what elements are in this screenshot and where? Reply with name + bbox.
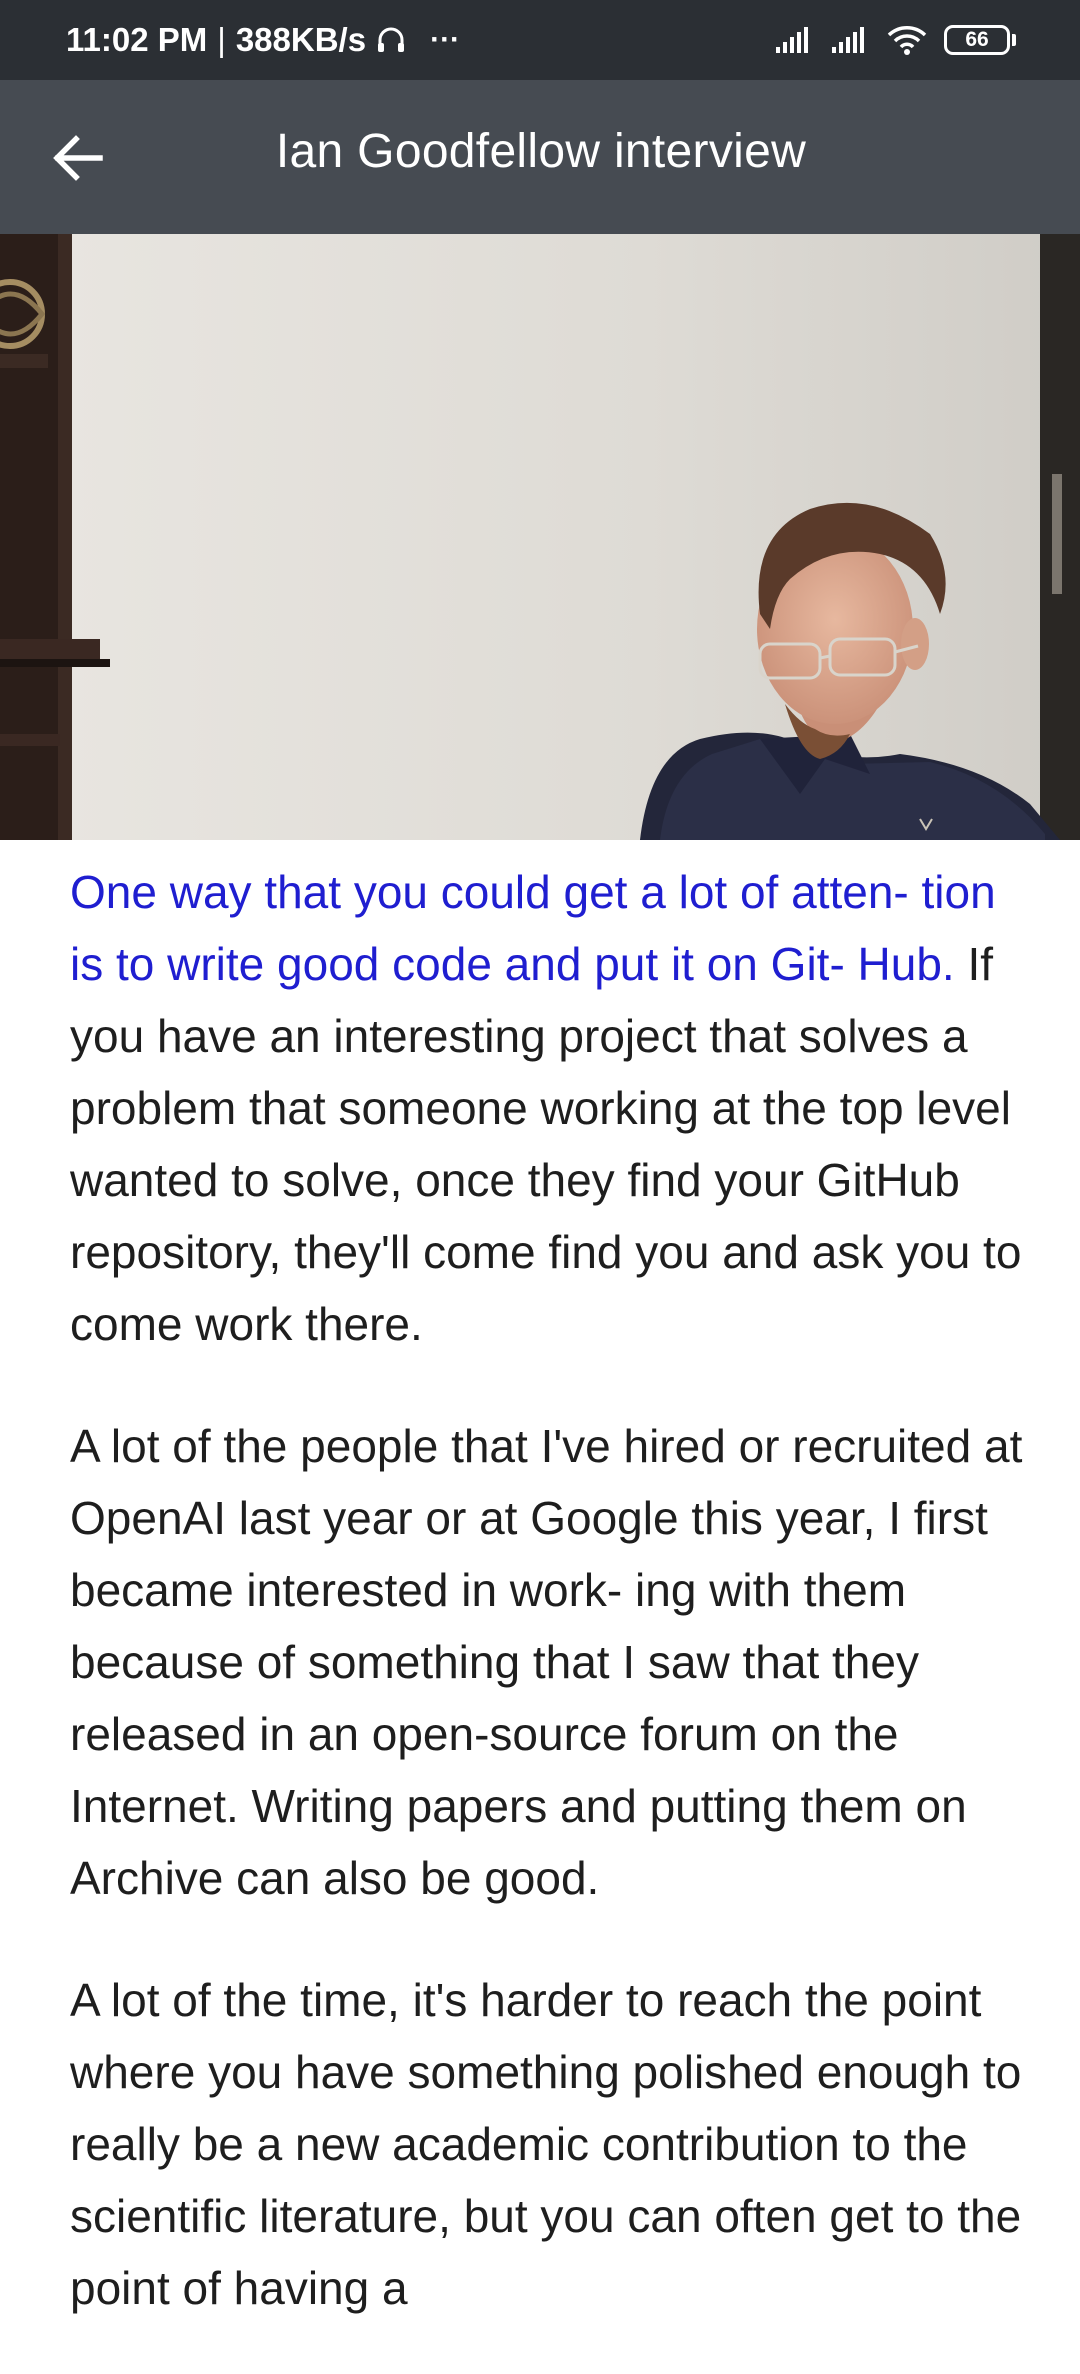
battery-level: 66 (944, 25, 1010, 55)
battery-icon: 66 (944, 25, 1016, 55)
wifi-icon (886, 24, 928, 56)
app-bar: Ian Goodfellow interview (0, 80, 1080, 234)
more-notifications-icon: ··· (430, 23, 461, 56)
signal-icon (774, 25, 814, 55)
status-bar: 11:02 PM | 388KB/s ··· 66 (0, 0, 1080, 80)
status-time: 11:02 PM (66, 21, 208, 58)
status-right: 66 (774, 24, 1016, 56)
article-paragraph: A lot of the people that I've hired or r… (70, 1420, 1023, 1904)
headphones-icon (376, 25, 406, 55)
paragraph-text: If you have an interesting project that … (70, 938, 1022, 1350)
status-left: 11:02 PM | 388KB/s ··· (66, 21, 460, 59)
article-body: One way that you could get a lot of atte… (70, 856, 1030, 2374)
article-paragraph: A lot of the time, it's harder to reach … (70, 1974, 1022, 2314)
status-separator: | (217, 21, 226, 58)
network-speed: 388KB/s (235, 21, 367, 58)
page-title: Ian Goodfellow interview (275, 125, 807, 178)
interview-video-thumbnail[interactable] (0, 234, 1080, 840)
highlighted-quote[interactable]: One way that you could get a lot of atte… (70, 866, 996, 990)
article-paragraph: One way that you could get a lot of atte… (70, 856, 1030, 1360)
interview-scene-image (0, 234, 1080, 840)
signal-icon (830, 25, 870, 55)
